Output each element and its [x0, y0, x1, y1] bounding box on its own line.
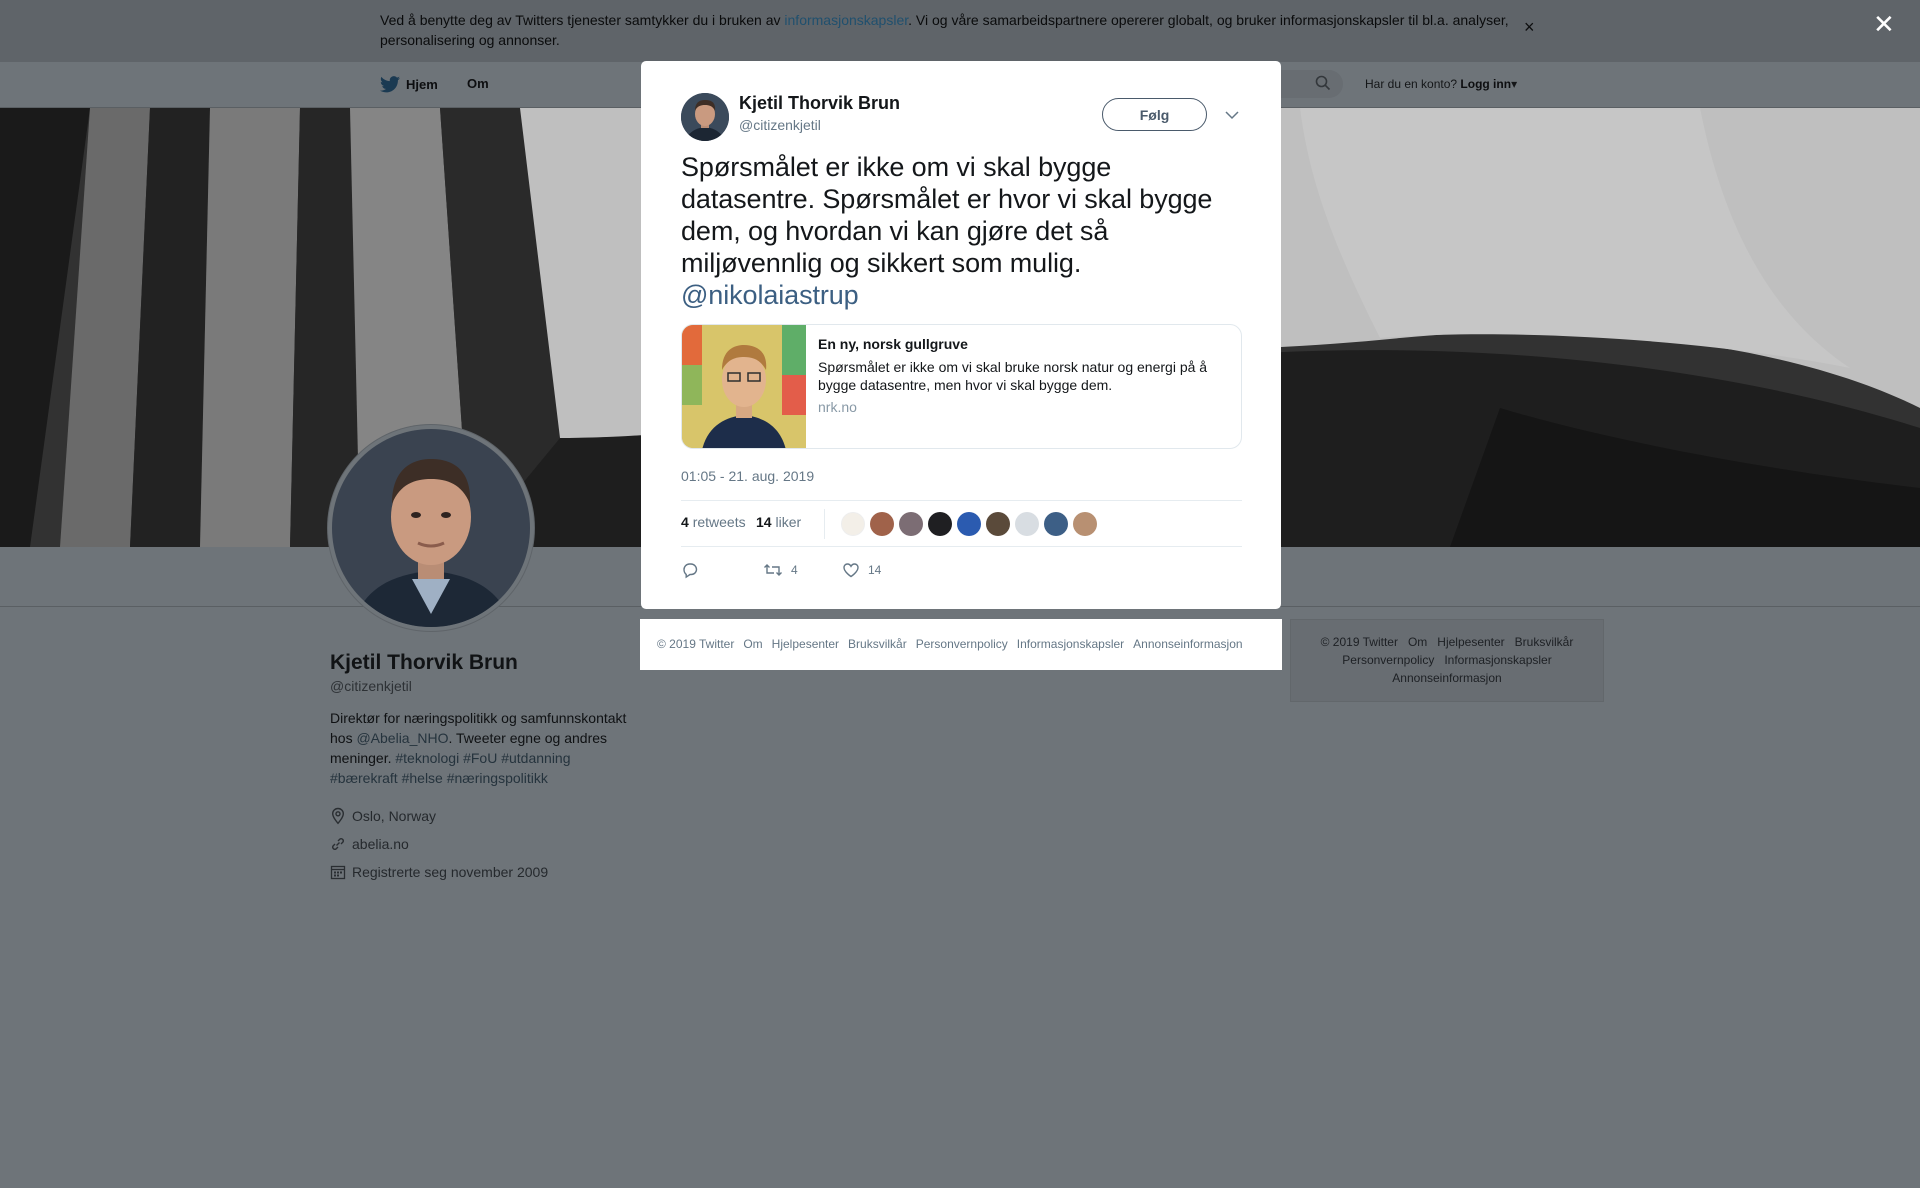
retweets-label: retweets: [692, 514, 746, 530]
heart-icon: [843, 563, 859, 578]
tweet-mention-link[interactable]: @nikolaiastrup: [681, 280, 859, 310]
profile-website: abelia.no: [330, 830, 630, 858]
side-footer-line-2: Personvernpolicy Informasjonskapsler: [1291, 651, 1603, 669]
tweet-timestamp[interactable]: 01:05 - 21. aug. 2019: [681, 468, 814, 484]
modal-footer-copyright: © 2019 Twitter: [657, 637, 735, 651]
location-text: Oslo, Norway: [352, 808, 437, 824]
modal-footer-help[interactable]: Hjelpesenter: [772, 637, 839, 651]
tweet-actions: 4 14: [681, 561, 1242, 587]
profile-location: Oslo, Norway: [330, 802, 630, 830]
location-icon: [331, 807, 345, 825]
side-footer-line-1: © 2019 Twitter Om Hjelpesenter Bruksvilkår: [1291, 633, 1603, 651]
modal-footer-terms[interactable]: Bruksvilkår: [848, 637, 907, 651]
tweet-body: Spørsmålet er ikke om vi skal bygge data…: [681, 152, 1213, 278]
cookie-close-icon[interactable]: ×: [1524, 17, 1535, 37]
joined-text: Registrerte seg november 2009: [352, 864, 549, 880]
website-link[interactable]: abelia.no: [352, 836, 409, 852]
login-link[interactable]: Logg inn: [1460, 77, 1511, 91]
nav-about[interactable]: Om: [467, 76, 489, 91]
cookie-text: Ved å benytte deg av Twitters tjenester …: [380, 10, 1520, 50]
link-card-title: En ny, norsk gullgruve: [818, 336, 968, 352]
retweet-action-count: 4: [791, 563, 798, 577]
modal-footer-ads[interactable]: Annonseinformasjon: [1133, 637, 1242, 651]
footer-link-terms[interactable]: Bruksvilkår: [1515, 635, 1574, 649]
tweet-author-handle[interactable]: @citizenkjetil: [739, 117, 821, 133]
footer-link-ads[interactable]: Annonseinformasjon: [1392, 671, 1501, 685]
tweet-author-avatar[interactable]: [681, 93, 729, 141]
retweets-stat[interactable]: 4 retweets: [681, 514, 746, 530]
footer-link-privacy[interactable]: Personvernpolicy: [1342, 653, 1434, 667]
profile-name[interactable]: Kjetil Thorvik Brun: [330, 650, 630, 676]
footer-copyright: © 2019 Twitter: [1320, 635, 1398, 649]
footer-link-cookies[interactable]: Informasjonskapsler: [1444, 653, 1551, 667]
liker-avatar[interactable]: [1044, 512, 1068, 536]
profile-meta: Oslo, Norway abelia.no Registrerte seg n…: [330, 802, 630, 886]
cookie-link[interactable]: informasjonskapsler: [784, 12, 908, 28]
link-card-description: Spørsmålet er ikke om vi skal bruke nors…: [818, 359, 1208, 393]
cookie-text-before: Ved å benytte deg av Twitters tjenester …: [380, 12, 785, 28]
cookie-banner: Ved å benytte deg av Twitters tjenester …: [0, 0, 1920, 62]
nav-home-label: Hjem: [406, 77, 438, 92]
profile-bio: Direktør for næringspolitikk og samfunns…: [330, 708, 630, 788]
reply-icon: [683, 563, 698, 579]
like-action-count: 14: [868, 563, 882, 577]
reply-button[interactable]: [681, 561, 699, 579]
liker-avatar[interactable]: [899, 512, 923, 536]
link-card[interactable]: En ny, norsk gullgruve Spørsmålet er ikk…: [681, 324, 1242, 449]
retweets-count: 4: [681, 514, 689, 530]
account-menu[interactable]: Har du en konto? Logg inn▾: [1365, 77, 1517, 91]
liker-avatar[interactable]: [1015, 512, 1039, 536]
profile-info: Kjetil Thorvik Brun @citizenkjetil Direk…: [330, 650, 630, 886]
tweet-modal: Kjetil Thorvik Brun @citizenkjetil Følg …: [641, 61, 1281, 609]
account-prompt: Har du en konto?: [1365, 77, 1458, 91]
nav-home[interactable]: Hjem: [380, 76, 438, 93]
calendar-icon: [330, 865, 346, 880]
modal-footer: © 2019 Twitter Om Hjelpesenter Bruksvilkår P…: [640, 619, 1282, 670]
footer-link-about[interactable]: Om: [1408, 635, 1427, 649]
chevron-down-icon[interactable]: [1222, 105, 1242, 125]
bio-mention-link[interactable]: @Abelia_NHO: [356, 730, 448, 746]
side-footer: © 2019 Twitter Om Hjelpesenter Bruksvilkår …: [1290, 619, 1604, 702]
retweet-button[interactable]: 4: [763, 561, 798, 579]
modal-footer-privacy[interactable]: Personvernpolicy: [916, 637, 1008, 651]
retweet-icon: [764, 564, 782, 576]
tweet-author-name[interactable]: Kjetil Thorvik Brun: [739, 93, 900, 114]
liker-avatar[interactable]: [957, 512, 981, 536]
liker-avatar[interactable]: [1073, 512, 1097, 536]
profile-handle[interactable]: @citizenkjetil: [330, 678, 630, 694]
close-icon[interactable]: ✕: [1873, 11, 1895, 37]
search-icon[interactable]: [1315, 75, 1331, 91]
link-icon: [332, 838, 344, 850]
link-card-image: [682, 325, 806, 448]
liker-avatar[interactable]: [986, 512, 1010, 536]
profile-joined: Registrerte seg november 2009: [330, 858, 630, 886]
footer-link-help[interactable]: Hjelpesenter: [1437, 635, 1504, 649]
liker-avatars: [824, 512, 1097, 536]
likes-label: liker: [775, 514, 802, 530]
modal-footer-cookies[interactable]: Informasjonskapsler: [1017, 637, 1124, 651]
link-card-domain: nrk.no: [818, 399, 857, 415]
follow-button[interactable]: Følg: [1102, 98, 1207, 131]
modal-footer-about[interactable]: Om: [743, 637, 762, 651]
chevron-down-icon: ▾: [1511, 77, 1518, 91]
tweet-stats: 4 retweets 14 liker: [681, 500, 1242, 547]
twitter-bird-icon: [380, 76, 400, 93]
side-footer-line-3: Annonseinformasjon: [1291, 669, 1603, 687]
tweet-text: Spørsmålet er ikke om vi skal bygge data…: [681, 151, 1251, 311]
profile-avatar[interactable]: [328, 425, 534, 631]
liker-avatar[interactable]: [841, 512, 865, 536]
likes-stat[interactable]: 14 liker: [756, 514, 801, 530]
like-button[interactable]: 14: [842, 561, 881, 579]
liker-avatar[interactable]: [870, 512, 894, 536]
likes-count: 14: [756, 514, 772, 530]
liker-avatar[interactable]: [928, 512, 952, 536]
